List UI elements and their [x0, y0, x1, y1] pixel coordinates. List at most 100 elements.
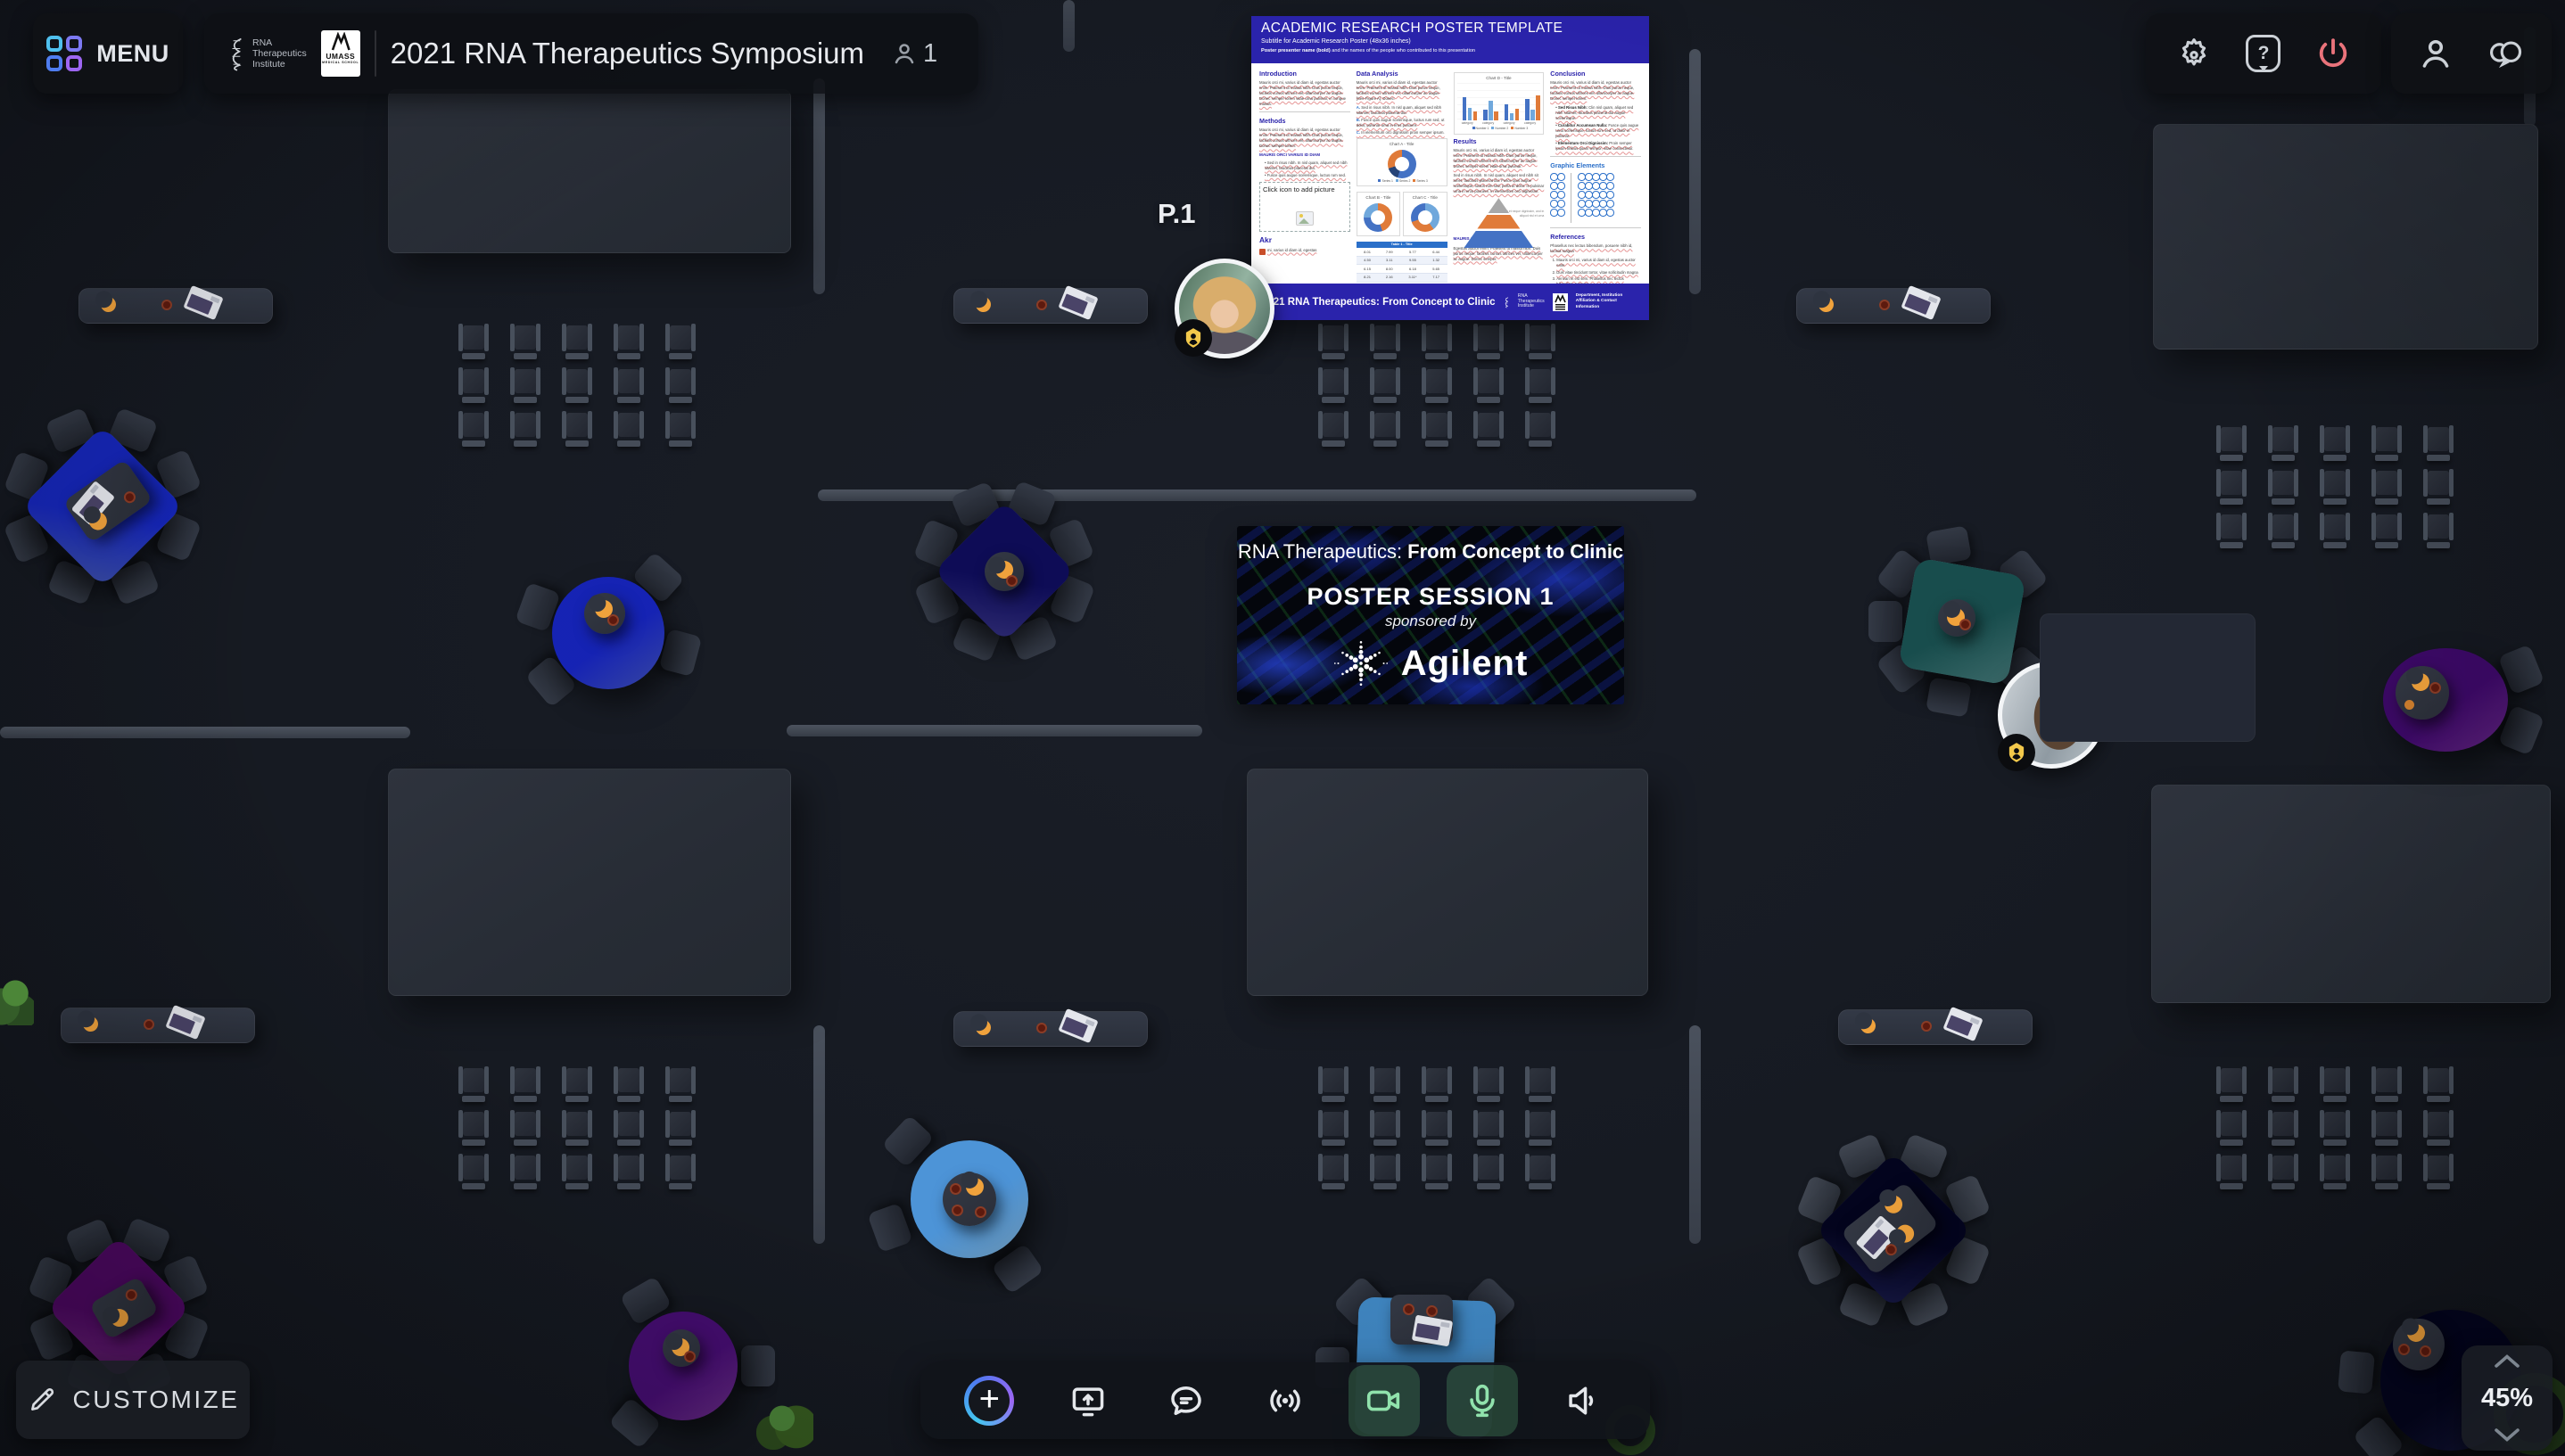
chair: [510, 1066, 540, 1104]
broadcast-icon: [1270, 1389, 1300, 1412]
reception-desk: [953, 1008, 1148, 1047]
microphone-button[interactable]: [1447, 1365, 1519, 1436]
pencil-icon: [30, 1388, 54, 1411]
croissant: [2409, 670, 2432, 694]
quiet-mode-button[interactable]: [1546, 1365, 1617, 1436]
add-button[interactable]: +: [953, 1365, 1025, 1436]
coffee-cup: [123, 1287, 140, 1304]
reception-desk: [953, 284, 1148, 324]
virtual-event-map: RNA Therapeutics: From Concept to Clinic…: [0, 0, 2565, 1456]
ppt-icon: [1259, 248, 1266, 255]
chat-panel-button[interactable]: [1151, 1365, 1222, 1436]
tray: [1390, 1295, 1454, 1347]
graphic-elements: [1550, 173, 1641, 224]
chair: [2371, 1110, 2402, 1148]
gear-icon: [2181, 38, 2206, 66]
chair: [1318, 1066, 1348, 1104]
poster-table: Table 1 - Title 8.01 7.99 5.77 6.44 4.50 3.11…: [1356, 241, 1447, 283]
room-divider: [1689, 1025, 1701, 1244]
participant-count[interactable]: 1: [891, 39, 937, 69]
chair: [562, 1110, 592, 1148]
zoom-out-button[interactable]: [2491, 1427, 2523, 1444]
chair: [1525, 1154, 1555, 1191]
person-icon: [895, 44, 914, 64]
coffee-cup: [950, 1183, 961, 1195]
chair: [2320, 1066, 2350, 1104]
room-divider: [1063, 0, 1075, 52]
plant: [756, 1393, 813, 1450]
poster-object[interactable]: ACADEMIC RESEARCH POSTER TEMPLATE Subtit…: [1251, 16, 1649, 320]
croissant: [80, 1014, 101, 1034]
participants-button[interactable]: [2417, 35, 2454, 72]
zoom-level: 45%: [2480, 1383, 2534, 1412]
croissant: [964, 1176, 986, 1197]
chair: [1473, 1110, 1504, 1148]
chair: [2268, 1110, 2298, 1148]
whiteboard: [2153, 124, 2538, 350]
camera-button[interactable]: [1348, 1365, 1420, 1436]
agilent-starburst-icon: [1333, 636, 1389, 691]
leave-button[interactable]: [2314, 35, 2352, 72]
zoom-in-button[interactable]: [2491, 1353, 2523, 1369]
coffee-cup: [1879, 300, 1890, 310]
laptop: [1901, 284, 1942, 321]
coffee-cup: [1403, 1304, 1414, 1315]
croissant: [973, 294, 994, 315]
coffee-cup: [684, 1351, 696, 1362]
chair: [1370, 1154, 1400, 1191]
tray: [2396, 666, 2449, 720]
broadcast-button[interactable]: [1250, 1365, 1321, 1436]
croissant: [1883, 1193, 1905, 1215]
image-icon: [1295, 210, 1314, 226]
chair: [1422, 367, 1452, 405]
chair: [2320, 1110, 2350, 1148]
chat-button[interactable]: [2488, 35, 2526, 72]
screen-share-icon: [1072, 1387, 1104, 1417]
chair: [866, 1203, 913, 1254]
chair: [2423, 1066, 2454, 1104]
app-logo-icon: [46, 36, 83, 71]
separator: [374, 30, 376, 77]
room-divider: [813, 1025, 825, 1244]
chair: [614, 411, 644, 448]
coffee-cup: [121, 489, 138, 506]
chair: [510, 411, 540, 448]
chair: [991, 1243, 1045, 1295]
session-banner[interactable]: RNA Therapeutics: From Concept to Clinic…: [1237, 526, 1624, 704]
chair: [510, 367, 540, 405]
chair: [562, 324, 592, 361]
chair: [2371, 425, 2402, 463]
chair: [1370, 411, 1400, 448]
menu-button[interactable]: MENU: [33, 13, 183, 94]
question-icon: ?: [2246, 35, 2281, 72]
chair: [1370, 1110, 1400, 1148]
umass-logo: UMASS MEDICAL SCHOOL: [320, 30, 360, 77]
chair: [665, 1066, 696, 1104]
chair: [614, 1154, 644, 1191]
customize-button[interactable]: CUSTOMIZE: [16, 1361, 250, 1439]
chair: [1370, 367, 1400, 405]
chair: [665, 1110, 696, 1148]
chair: [2371, 469, 2402, 506]
donut-chart-c: [1410, 202, 1439, 232]
whiteboard: [2151, 785, 2551, 1003]
room-divider: [1689, 49, 1701, 294]
chair: [458, 367, 489, 405]
chair: [1525, 1066, 1555, 1104]
tray: [943, 1172, 996, 1226]
plus-icon: +: [964, 1376, 1015, 1426]
chair: [458, 1066, 489, 1104]
chair: [2268, 1154, 2298, 1191]
chair: [1318, 1110, 1348, 1148]
screen-share-button[interactable]: [1052, 1365, 1124, 1436]
chair: [614, 324, 644, 361]
chair: [1868, 601, 1902, 642]
poster-slot-label: P.1: [1158, 198, 1196, 229]
banner-sponsored-by: sponsored by: [1384, 613, 1477, 629]
poster-body: Introduction Mauris orci mi, varius id d…: [1251, 63, 1649, 309]
chair: [1473, 1154, 1504, 1191]
help-button[interactable]: ?: [2246, 35, 2281, 72]
chair: [1370, 1066, 1400, 1104]
settings-button[interactable]: [2175, 35, 2213, 72]
chair: [2268, 1066, 2298, 1104]
